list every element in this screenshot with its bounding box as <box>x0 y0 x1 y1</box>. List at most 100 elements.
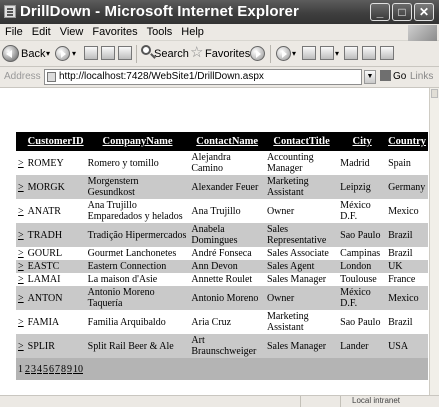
city-cell: Sao Paulo <box>338 223 387 247</box>
country-cell: Brazil <box>386 247 428 260</box>
customer-id-cell: SPLIR <box>25 334 86 358</box>
close-button[interactable]: ✕ <box>414 3 434 21</box>
table-row: > ROMEY Romero y tomillo Alejandra Camino Ac… <box>16 151 428 175</box>
table-row: > FAMIA Familia Arquibaldo Aria Cruz Marketi… <box>16 310 428 334</box>
address-label: Address <box>4 71 41 82</box>
back-button[interactable]: Back <box>21 46 45 62</box>
select-row-link[interactable]: > <box>16 199 26 223</box>
pager-link[interactable]: 10 <box>73 364 83 375</box>
city-cell: Sao Paulo <box>338 310 387 334</box>
country-cell: USA <box>386 334 428 358</box>
company-name-cell: Eastern Connection <box>85 260 190 273</box>
pager-link[interactable]: 3 <box>31 364 36 375</box>
back-dropdown-icon[interactable]: ▾ <box>46 46 50 62</box>
select-row-link[interactable]: > <box>16 151 26 175</box>
customer-id-cell: GOURL <box>25 247 86 260</box>
home-icon[interactable] <box>118 46 132 60</box>
refresh-icon[interactable] <box>101 46 115 60</box>
city-cell: Leipzig <box>338 175 387 199</box>
address-bar: Address http://localhost:7428/WebSite1/D… <box>0 67 439 88</box>
links-button[interactable]: Links <box>410 71 433 82</box>
address-url[interactable]: http://localhost:7428/WebSite1/DrillDown… <box>59 71 264 82</box>
table-row: > ANATR Ana Trujillo Emparedados y helados… <box>16 199 428 223</box>
country-cell: Spain <box>386 151 428 175</box>
city-cell: Campinas <box>338 247 387 260</box>
select-row-link[interactable]: > <box>16 334 26 358</box>
page-icon <box>47 72 56 82</box>
select-row-link[interactable]: > <box>16 260 26 273</box>
customer-id-cell: MORGK <box>25 175 86 199</box>
menu-favorites[interactable]: Favorites <box>87 24 141 38</box>
address-field[interactable]: http://localhost:7428/WebSite1/DrillDown… <box>44 69 362 85</box>
column-header-contactname[interactable]: ContactName <box>189 132 265 151</box>
history-icon[interactable] <box>250 46 265 61</box>
pager-link[interactable]: 5 <box>43 364 48 375</box>
company-name-cell: Romero y tomillo <box>85 151 190 175</box>
forward-dropdown-icon[interactable]: ▾ <box>72 46 76 62</box>
favorites-button[interactable]: Favorites <box>205 46 250 62</box>
maximize-button[interactable]: □ <box>392 3 412 21</box>
contact-name-cell: Art Braunschweiger <box>189 334 265 358</box>
menu-edit[interactable]: Edit <box>27 24 55 38</box>
contact-name-cell: Alejandra Camino <box>189 151 265 175</box>
select-row-link[interactable]: > <box>16 273 26 286</box>
select-row-link[interactable]: > <box>16 223 26 247</box>
messenger-icon[interactable] <box>380 46 394 60</box>
customer-id-cell: ROMEY <box>25 151 86 175</box>
select-row-link[interactable]: > <box>16 175 26 199</box>
pager-link[interactable]: 9 <box>67 364 72 375</box>
country-cell: France <box>386 273 428 286</box>
grid-header-row: CustomerID CompanyName ContactName Conta… <box>16 132 428 151</box>
status-divider <box>300 396 301 407</box>
city-cell: London <box>338 260 387 273</box>
favorites-star-icon[interactable]: ☆ <box>190 43 203 61</box>
pager-link[interactable]: 4 <box>37 364 42 375</box>
column-header-companyname[interactable]: CompanyName <box>85 132 190 151</box>
forward-button[interactable] <box>55 46 70 61</box>
contact-name-cell: André Fonseca <box>189 247 265 260</box>
minimize-button[interactable]: _ <box>370 3 390 21</box>
select-row-link[interactable]: > <box>16 247 26 260</box>
window-title: DrillDown - Microsoft Internet Explorer <box>20 3 299 20</box>
table-row: > LAMAI La maison d'Asie Annette Roulet Sale… <box>16 273 428 286</box>
edit-icon[interactable] <box>320 46 334 60</box>
menu-tools[interactable]: Tools <box>142 24 177 38</box>
back-arrow-icon[interactable] <box>2 45 19 62</box>
column-header-city[interactable]: City <box>338 132 387 151</box>
edit-dropdown-icon[interactable]: ▾ <box>335 46 339 62</box>
print-icon[interactable] <box>302 46 316 60</box>
menu-help[interactable]: Help <box>176 24 208 38</box>
stop-icon[interactable] <box>84 46 98 60</box>
pager-link[interactable]: 7 <box>55 364 60 375</box>
column-header-customerid[interactable]: CustomerID <box>25 132 86 151</box>
menu-file[interactable]: File <box>0 24 27 38</box>
search-button[interactable]: Search <box>154 46 189 62</box>
mail-icon[interactable] <box>276 46 291 61</box>
select-row-link[interactable]: > <box>16 310 26 334</box>
research-icon[interactable] <box>362 46 376 60</box>
title-bar: DrillDown - Microsoft Internet Explorer … <box>0 0 439 24</box>
discuss-icon[interactable] <box>344 46 358 60</box>
column-header-country[interactable]: Country <box>386 132 428 151</box>
vertical-scrollbar[interactable] <box>429 88 439 395</box>
pager-link[interactable]: 6 <box>49 364 54 375</box>
city-cell: Madrid <box>338 151 387 175</box>
pager-link[interactable]: 2 <box>25 364 30 375</box>
pager-link[interactable]: 8 <box>61 364 66 375</box>
toolbar-separator <box>136 45 137 63</box>
customer-id-cell: TRADH <box>25 223 86 247</box>
address-dropdown-icon[interactable]: ▼ <box>364 70 376 84</box>
menu-view[interactable]: View <box>55 24 88 38</box>
search-icon[interactable] <box>141 45 151 55</box>
column-header-contacttitle[interactable]: ContactTitle <box>264 132 339 151</box>
go-button[interactable]: Go <box>380 70 406 84</box>
company-name-cell: Tradição Hipermercados <box>85 223 190 247</box>
customer-id-cell: LAMAI <box>25 273 86 286</box>
select-row-link[interactable]: > <box>16 286 26 310</box>
grid-pager-row: 1 2345678910 <box>16 358 428 380</box>
contact-name-cell: Annette Roulet <box>189 273 265 286</box>
pager: 1 2345678910 <box>16 358 428 380</box>
grid-select-header <box>16 132 26 151</box>
mail-dropdown-icon[interactable]: ▾ <box>292 46 296 62</box>
city-cell: México D.F. <box>338 286 387 310</box>
